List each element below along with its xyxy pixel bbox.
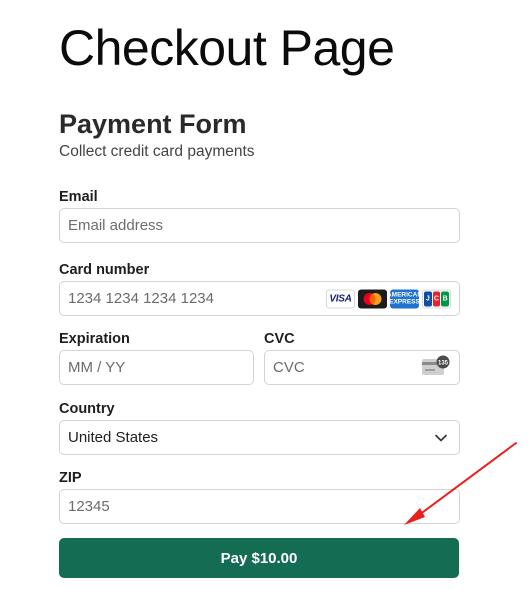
expiration-field[interactable]: MM / YY bbox=[59, 350, 254, 385]
expiration-placeholder: MM / YY bbox=[68, 359, 126, 376]
card-number-placeholder: 1234 1234 1234 1234 bbox=[68, 290, 214, 307]
cvc-card-icon: 135 bbox=[421, 355, 451, 381]
email-placeholder: Email address bbox=[68, 217, 164, 234]
country-value: United States bbox=[68, 429, 159, 446]
form-subtitle: Collect credit card payments bbox=[59, 143, 255, 160]
email-field[interactable]: Email address bbox=[59, 208, 460, 243]
card-number-field[interactable]: 1234 1234 1234 1234 VISA AMERICAN EXPRES… bbox=[59, 281, 460, 316]
zip-label: ZIP bbox=[59, 470, 82, 486]
cvc-field[interactable]: CVC 135 bbox=[264, 350, 460, 385]
cvc-icon-digits: 135 bbox=[438, 360, 449, 366]
country-label: Country bbox=[59, 401, 115, 417]
page-title: Checkout Page bbox=[59, 20, 395, 76]
expiration-label: Expiration bbox=[59, 331, 130, 347]
pay-button[interactable]: Pay $10.00 bbox=[59, 538, 459, 578]
zip-placeholder: 12345 bbox=[68, 498, 110, 515]
chevron-down-icon bbox=[435, 434, 447, 441]
cvc-label: CVC bbox=[264, 331, 295, 347]
jcb-icon: J C B bbox=[422, 289, 451, 308]
zip-field[interactable]: 12345 bbox=[59, 489, 460, 524]
visa-icon: VISA bbox=[326, 289, 355, 308]
mastercard-icon bbox=[358, 289, 387, 308]
card-brands: VISA AMERICAN EXPRESS J C B bbox=[326, 289, 451, 308]
form-title: Payment Form bbox=[59, 109, 247, 139]
country-select[interactable]: United States bbox=[59, 420, 460, 455]
email-label: Email bbox=[59, 189, 98, 205]
card-number-label: Card number bbox=[59, 262, 150, 278]
amex-icon: AMERICAN EXPRESS bbox=[390, 289, 419, 308]
cvc-placeholder: CVC bbox=[273, 359, 305, 376]
